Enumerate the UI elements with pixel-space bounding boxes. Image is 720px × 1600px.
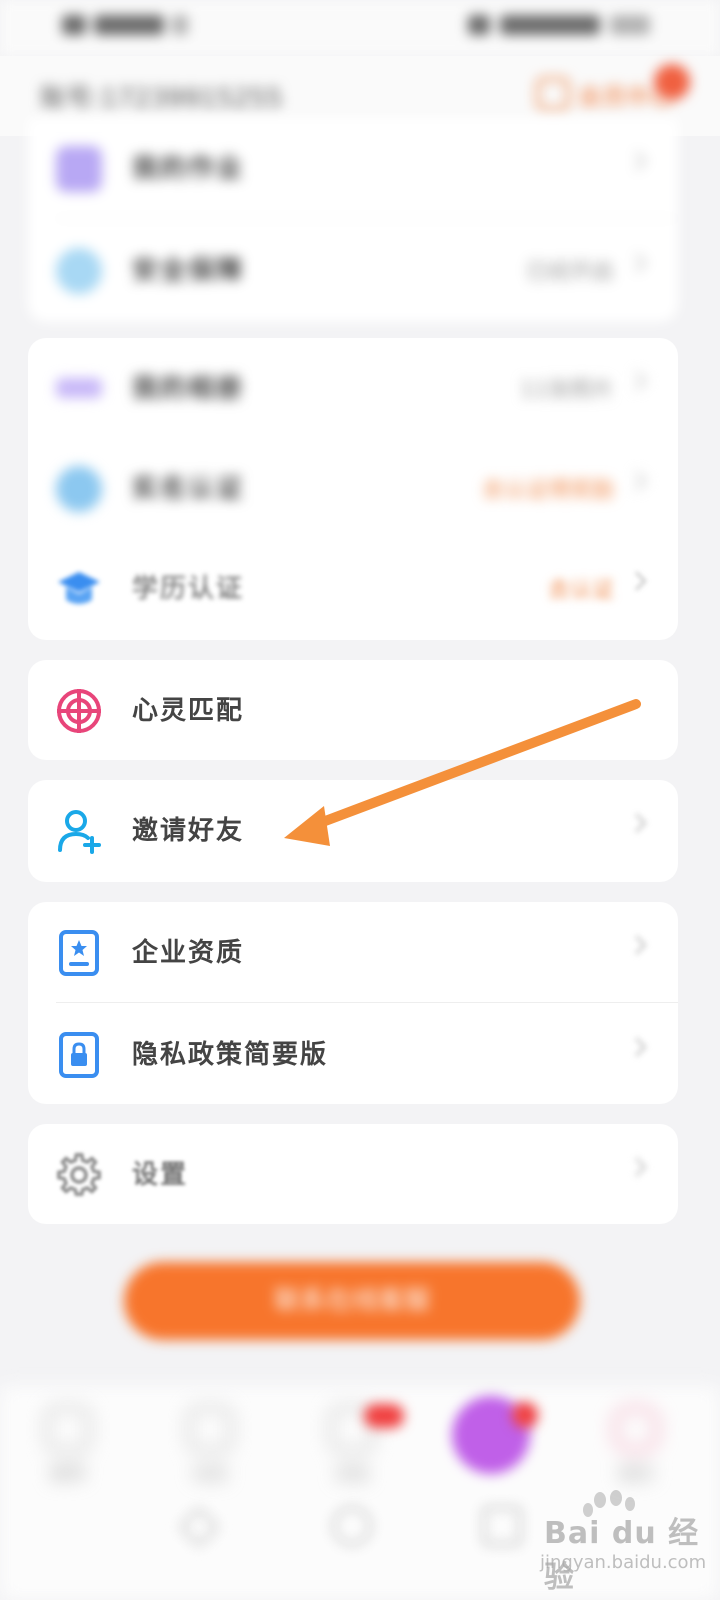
account-id: 账号:17239915255 xyxy=(40,84,283,114)
unread-badge xyxy=(512,1402,538,1428)
target-icon xyxy=(56,688,102,734)
add-user-icon xyxy=(56,808,102,854)
chevron-right-icon xyxy=(627,1037,647,1057)
system-indicators xyxy=(468,12,650,38)
list-item-privacy-policy[interactable]: 隐私政策简要版 xyxy=(28,1004,678,1104)
graduation-cap-icon xyxy=(56,566,102,612)
list-item-label: 企业资质 xyxy=(132,938,245,968)
gear-icon xyxy=(56,1152,102,1198)
tab-mine[interactable]: 我的 xyxy=(596,1406,676,1486)
list-item-value: 11张照片 xyxy=(520,378,614,403)
list-item-label: 隐私政策简要版 xyxy=(132,1040,329,1070)
chevron-right-icon xyxy=(627,935,647,955)
wifi-icon xyxy=(172,15,188,35)
carrier-text-block xyxy=(94,15,164,35)
recents-key-icon[interactable] xyxy=(482,1506,522,1546)
signal-icon xyxy=(62,15,86,35)
album-icon xyxy=(56,378,102,398)
home-key-icon[interactable] xyxy=(332,1506,372,1546)
shield-icon xyxy=(56,248,102,294)
section-invite: 邀请好友 xyxy=(28,780,678,882)
list-item-label: 邀请好友 xyxy=(132,816,245,846)
section-auth: 我的相册 11张照片 实名认证 去认证得奖励 学历认证 去认证 xyxy=(28,338,678,640)
list-item-label: 安全保障 xyxy=(132,256,245,286)
chevron-right-icon xyxy=(627,253,647,273)
tab-label: 我的 xyxy=(618,1464,654,1485)
chevron-right-icon xyxy=(627,813,647,833)
tab-recommend[interactable]: 推荐 xyxy=(28,1406,108,1486)
homework-icon xyxy=(56,146,102,192)
section-company: 企业资质 隐私政策简要版 xyxy=(28,902,678,1104)
list-item-value: 已经开启 xyxy=(525,260,614,285)
tab-moments[interactable]: 动态 xyxy=(170,1406,250,1486)
chevron-right-icon xyxy=(627,371,647,391)
certificate-icon xyxy=(56,930,102,976)
list-item-value: 去认证得奖励 xyxy=(481,478,614,503)
list-item-value: 去认证 xyxy=(547,578,614,603)
profile-icon xyxy=(613,1406,659,1452)
list-item-heart-match[interactable]: 心灵匹配 xyxy=(28,660,678,760)
watermark-url: jingyan.baidu.com xyxy=(540,1552,707,1573)
clock-text-block xyxy=(610,15,650,35)
heart-icon xyxy=(45,1406,91,1452)
status-bar xyxy=(0,0,720,56)
divider xyxy=(56,218,678,219)
list-item-security[interactable]: 安全保障 已经开启 xyxy=(28,220,678,320)
tab-label: 推荐 xyxy=(50,1464,86,1485)
tab-label: 动态 xyxy=(192,1464,228,1485)
chevron-right-icon xyxy=(627,471,647,491)
signal-indicators xyxy=(62,12,188,38)
moments-icon xyxy=(187,1406,233,1452)
contact-service-button[interactable]: 联系在线客服 xyxy=(124,1262,580,1340)
alarm-icon xyxy=(468,15,490,35)
list-item-album[interactable]: 我的相册 11张照片 xyxy=(28,338,678,438)
list-item-realname[interactable]: 实名认证 去认证得奖励 xyxy=(28,438,678,538)
section-match: 心灵匹配 xyxy=(28,660,678,760)
list-item-settings[interactable]: 设置 xyxy=(28,1124,678,1224)
chevron-right-icon xyxy=(627,151,647,171)
list-item-label: 设置 xyxy=(132,1160,189,1190)
section-settings: 设置 xyxy=(28,1124,678,1224)
chevron-right-icon xyxy=(627,571,647,591)
list-item-label: 学历认证 xyxy=(132,574,245,604)
notification-badge xyxy=(654,64,690,100)
chevron-right-icon xyxy=(627,1157,647,1177)
list-item-label: 我的作业 xyxy=(132,154,245,184)
list-item-label: 心灵匹配 xyxy=(132,696,245,726)
tab-label: 消息 xyxy=(334,1464,370,1485)
list-item-company-qualification[interactable]: 企业资质 xyxy=(28,902,678,1002)
list-item-homework[interactable]: 我的作业 xyxy=(28,118,678,218)
crown-icon xyxy=(536,77,570,111)
list-item-education[interactable]: 学历认证 去认证 xyxy=(28,538,678,638)
id-verify-icon xyxy=(56,466,102,512)
section-top: 我的作业 安全保障 已经开启 xyxy=(28,118,678,322)
list-item-label: 我的相册 xyxy=(132,374,245,404)
list-item-label: 实名认证 xyxy=(132,474,245,504)
list-item-invite-friends[interactable]: 邀请好友 xyxy=(28,780,678,880)
battery-icon xyxy=(500,15,600,35)
unread-badge xyxy=(364,1404,404,1428)
divider xyxy=(56,1002,678,1003)
lock-icon xyxy=(56,1032,102,1078)
